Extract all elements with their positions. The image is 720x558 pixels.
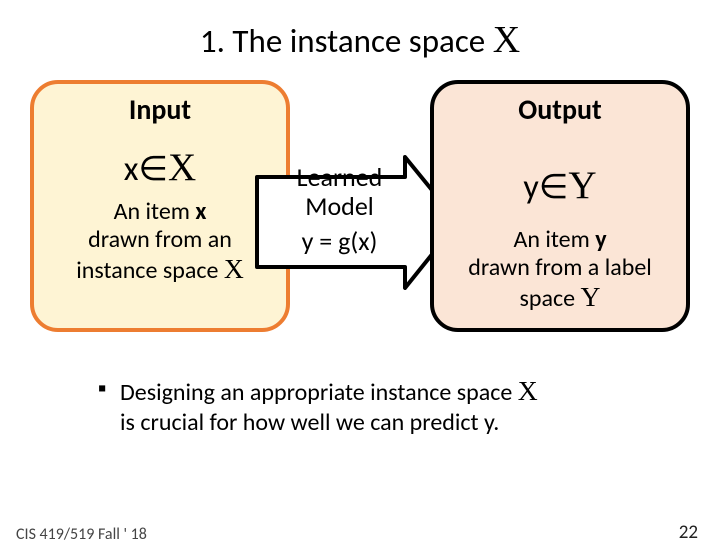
input-desc1a: An item — [114, 197, 196, 226]
bullet-t1-sym: X — [518, 375, 538, 406]
input-desc1b: x — [195, 197, 206, 226]
input-desc3b: X — [224, 253, 244, 284]
output-desc3a: space — [520, 284, 581, 313]
arrow-l2: Model — [305, 190, 374, 222]
output-desc1a: An item — [513, 225, 595, 254]
output-line-symbol: Y — [568, 164, 596, 207]
bullet-t2: is crucial for how well we can predict y… — [120, 408, 499, 437]
input-head: Input — [40, 92, 280, 127]
arrow-eq: y = g(x) — [277, 225, 402, 257]
slide-title: 1. The instance space X — [0, 18, 720, 62]
input-box: Input x∈X An item x drawn from an instan… — [30, 80, 290, 332]
arrow-l1: Learned — [297, 161, 383, 193]
output-line: y∈Y — [440, 163, 680, 208]
bullet-marker-icon: ▪ — [98, 374, 120, 438]
footer-text: CIS 419/519 Fall ' 18 — [16, 525, 147, 544]
diagram: Input x∈X An item x drawn from an instan… — [30, 80, 690, 340]
output-desc3b: Y — [581, 281, 601, 312]
bullet-item: ▪ Designing an appropriate instance spac… — [98, 374, 660, 438]
output-line-prefix: y∈ — [523, 167, 568, 208]
input-desc: An item x drawn from an instance space X — [40, 198, 280, 285]
output-desc1b: y — [595, 225, 606, 254]
output-desc2: drawn from a label — [468, 253, 652, 282]
bullet-text: Designing an appropriate instance space … — [120, 374, 660, 438]
input-line-prefix: x∈ — [124, 149, 168, 190]
title-symbol: X — [493, 19, 520, 61]
bullet-list: ▪ Designing an appropriate instance spac… — [98, 374, 660, 438]
title-text: 1. The instance space — [200, 21, 493, 61]
arrow-label: Learned Model — [277, 163, 402, 220]
output-box: Output y∈Y An item y drawn from a label … — [430, 80, 690, 332]
page-number: 22 — [679, 521, 698, 544]
output-head: Output — [440, 92, 680, 127]
bullet-t1: Designing an appropriate instance space — [120, 378, 518, 407]
input-desc3a: instance space — [76, 256, 224, 285]
input-line: x∈X — [40, 145, 280, 190]
input-desc2: drawn from an — [88, 225, 232, 254]
input-line-symbol: X — [168, 146, 196, 189]
output-desc: An item y drawn from a label space Y — [440, 226, 680, 313]
